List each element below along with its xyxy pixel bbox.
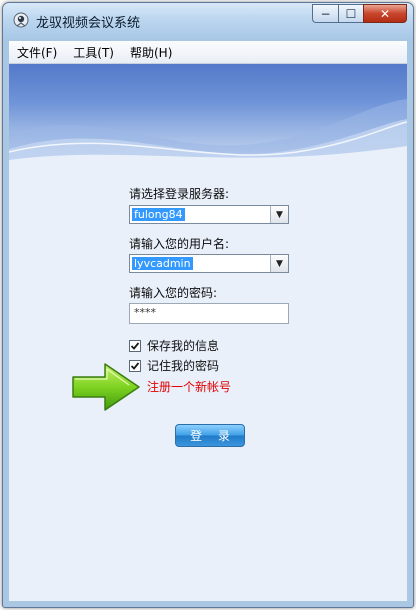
- maximize-button[interactable]: ☐: [338, 4, 363, 23]
- check-icon: [130, 341, 140, 350]
- password-field[interactable]: ****: [129, 303, 289, 324]
- login-button[interactable]: 登 录: [175, 424, 245, 447]
- menu-help[interactable]: 帮助(H): [122, 44, 180, 61]
- username-label: 请输入您的用户名:: [129, 237, 230, 251]
- save-info-label: 保存我的信息: [147, 339, 220, 353]
- close-icon: ✕: [379, 6, 391, 21]
- window-title: 龙驭视频会议系统: [36, 16, 141, 31]
- close-button[interactable]: ✕: [363, 4, 407, 23]
- server-label: 请选择登录服务器:: [129, 187, 230, 201]
- caption-buttons: − ☐ ✕: [312, 4, 407, 23]
- save-info-row[interactable]: 保存我的信息: [129, 337, 219, 354]
- password-label: 请输入您的密码:: [129, 286, 218, 300]
- username-value: lyvcadmin: [132, 257, 193, 270]
- register-link[interactable]: 注册一个新帐号: [147, 378, 231, 395]
- menu-bar: 文件(F) 工具(T) 帮助(H): [9, 41, 407, 64]
- chevron-down-icon[interactable]: ▼: [270, 255, 288, 272]
- save-info-checkbox[interactable]: [129, 339, 141, 352]
- header-banner: [9, 64, 407, 174]
- title-bar[interactable]: 龙驭视频会议系统 − ☐ ✕: [3, 3, 413, 39]
- menu-tools[interactable]: 工具(T): [65, 44, 122, 61]
- maximize-icon: ☐: [345, 6, 357, 21]
- minimize-button[interactable]: −: [312, 4, 338, 23]
- menu-file[interactable]: 文件(F): [9, 44, 65, 61]
- login-window: 龙驭视频会议系统 − ☐ ✕ 文件(F) 工具(T) 帮助(H) 请选择登录服务…: [2, 2, 414, 608]
- minimize-icon: −: [320, 6, 331, 21]
- username-select[interactable]: lyvcadmin ▼: [129, 254, 289, 273]
- server-select[interactable]: fulong84 ▼: [129, 205, 289, 224]
- chevron-down-icon[interactable]: ▼: [270, 206, 288, 223]
- server-value: fulong84: [132, 208, 185, 221]
- remember-password-label: 记住我的密码: [147, 359, 220, 373]
- login-panel: 请选择登录服务器: fulong84 ▼ 请输入您的用户名: lyvcadmin…: [9, 174, 407, 601]
- green-arrow-icon: [67, 361, 143, 416]
- app-logo-icon: [13, 12, 29, 28]
